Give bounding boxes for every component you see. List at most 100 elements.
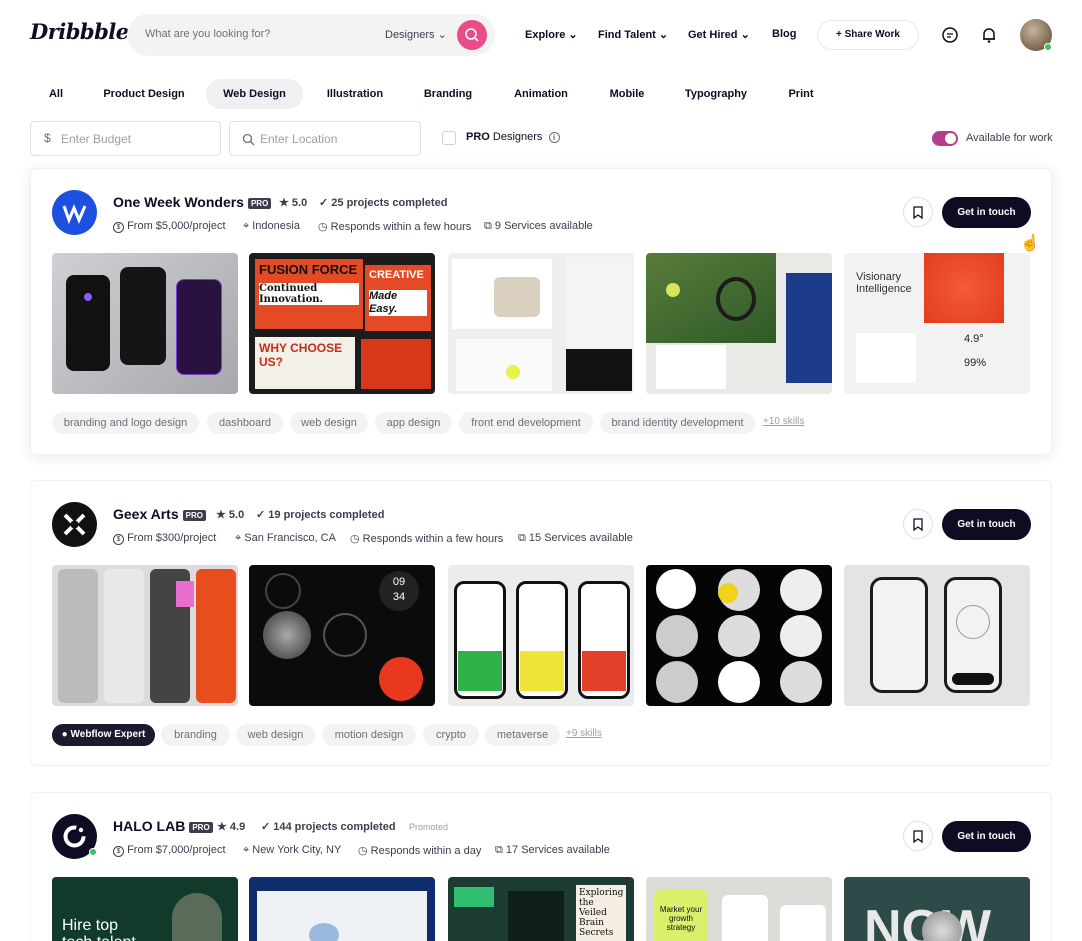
nav-blog[interactable]: Blog [772,28,796,40]
more-skills-link[interactable]: +10 skills [763,416,804,427]
projects-completed: ✓ 25 projects completed [319,197,448,209]
skill-tag[interactable]: web design [290,412,368,434]
response-time: ◷ Responds within a few hours [318,221,472,233]
shot-thumbnail[interactable]: 09 34 [249,565,435,706]
skill-tag[interactable]: branding [161,724,230,746]
available-for-work-label: Available for work [966,132,1053,144]
bookmark-button[interactable] [903,821,933,851]
shot-thumbnail[interactable] [844,565,1030,706]
bookmark-button[interactable] [903,509,933,539]
category-tabs: All Product Design Web Design Illustrati… [0,79,1082,109]
info-icon[interactable]: i [548,132,560,143]
shot-thumbnail[interactable] [52,565,238,706]
budget-field[interactable]: $ Enter Budget [30,121,221,156]
geex-arts-logo-icon [63,513,86,536]
skill-tag[interactable]: dashboard [207,412,283,434]
tab-all[interactable]: All [40,79,72,109]
price: $ From $5,000/project [113,220,226,233]
tab-product-design[interactable]: Product Design [95,79,193,109]
skill-tag[interactable]: motion design [322,724,416,746]
search-icon [242,133,255,146]
shot-thumbnail[interactable]: Hire top tech talent [52,877,238,941]
response-time: ◷ Responds within a few hours [350,533,504,545]
shot-thumbnail[interactable] [249,877,435,941]
services-count: ⧉ 9 Services available [484,220,593,232]
skill-tag[interactable]: front end development [459,412,593,434]
nav-explore[interactable]: Explore ⌄ [525,28,578,41]
skill-tag[interactable]: branding and logo design [52,412,199,434]
designer-avatar[interactable] [52,502,97,547]
search-input[interactable]: What are you looking for? [145,28,270,40]
shot-thumbnail[interactable] [52,253,238,394]
tab-animation[interactable]: Animation [505,79,577,109]
pro-badge: PRO [247,197,272,209]
search-button[interactable] [457,20,487,50]
dollar-icon: $ [44,131,51,145]
price: $ From $7,000/project [113,844,226,857]
shot-thumbnail[interactable]: Exploring the Veiled Brain Secrets [448,877,634,941]
rating: ★ 4.9 [217,821,246,833]
shot-thumbnail[interactable]: Market your growth strategy [646,877,832,941]
tab-mobile[interactable]: Mobile [600,79,654,109]
get-in-touch-button[interactable]: Get in touch [942,197,1031,228]
shot-thumbnails: 09 34 [52,565,1031,706]
designer-name[interactable]: HALO LAB PRO [113,818,213,834]
tab-typography[interactable]: Typography [677,79,755,109]
share-work-button[interactable]: + Share Work [817,20,919,50]
tab-print[interactable]: Print [781,79,821,109]
skill-tags: branding and logo design dashboard web d… [52,412,1031,434]
shot-thumbnail[interactable] [448,565,634,706]
skill-tag[interactable]: app design [375,412,452,434]
shot-thumbnail[interactable] [646,565,832,706]
nav-get-hired[interactable]: Get Hired ⌄ [688,28,750,41]
skill-tag[interactable]: crypto [423,724,479,746]
skill-tag[interactable]: brand identity development [600,412,755,434]
bookmark-icon [913,830,923,844]
pro-badge: PRO [189,821,213,833]
tab-web-design[interactable]: Web Design [206,79,303,109]
shot-thumbnail[interactable] [448,253,634,394]
get-in-touch-button[interactable]: Get in touch [942,821,1031,852]
nav-find-talent[interactable]: Find Talent ⌄ [598,28,668,41]
price: $ From $300/project [113,532,216,545]
pro-designers-checkbox[interactable] [442,131,456,145]
location: ⌖ New York City, NY [243,844,342,856]
skill-tags: ● Webflow Expert branding web design mot… [52,724,1031,746]
dollar-circle-icon: $ [113,222,124,233]
get-in-touch-button[interactable]: Get in touch [942,509,1031,540]
services-count: ⧉ 15 Services available [518,532,633,544]
pro-badge: PRO [182,509,206,521]
designer-card: HALO LAB PRO ★ 4.9 ✓ 144 projects complet… [30,792,1052,941]
pro-designers-label: PRO Designers i [466,131,560,143]
skill-tag[interactable]: metaverse [485,724,560,746]
designer-name[interactable]: Geex Arts PRO [113,506,206,522]
designer-card: Geex Arts PRO ★ 5.0 ✓ 19 projects complet… [30,480,1052,766]
projects-completed: ✓ 144 projects completed [261,821,396,833]
shot-thumbnail[interactable] [646,253,832,394]
notifications-bell-icon[interactable] [980,26,998,44]
tab-illustration[interactable]: Illustration [318,79,392,109]
designer-name[interactable]: One Week Wonders PRO [113,194,272,210]
bookmark-icon [913,518,923,532]
shot-thumbnail[interactable]: FUSION FORCE Continued Innovation. CREATI… [249,253,435,394]
shot-thumbnail[interactable]: NOW [844,877,1030,941]
search-icon [465,28,479,42]
search-type-select[interactable]: Designers ⌄ [385,28,447,41]
shot-thumbnail[interactable]: Visionary Intelligence 4.9° 99% [844,253,1030,394]
messages-icon[interactable] [941,26,959,44]
available-for-work-toggle[interactable] [932,131,958,146]
rating: ★ 5.0 [279,197,308,209]
tab-branding[interactable]: Branding [416,79,480,109]
search-bar[interactable]: What are you looking for? Designers ⌄ [127,14,495,56]
bookmark-button[interactable] [903,197,933,227]
shot-thumbnails: Hire top tech talent Exploring the Veile… [52,877,1031,941]
services-count: ⧉ 17 Services available [495,844,610,856]
dollar-circle-icon: $ [113,846,124,857]
dribbble-logo[interactable]: Dribbble [30,19,129,44]
skill-tag[interactable]: web design [236,724,315,746]
designer-avatar[interactable] [52,190,97,235]
more-skills-link[interactable]: +9 skills [566,728,602,739]
webflow-expert-badge[interactable]: ● Webflow Expert [52,724,155,746]
one-week-wonders-logo-icon [62,204,87,225]
location-field[interactable]: Enter Location [229,121,421,156]
